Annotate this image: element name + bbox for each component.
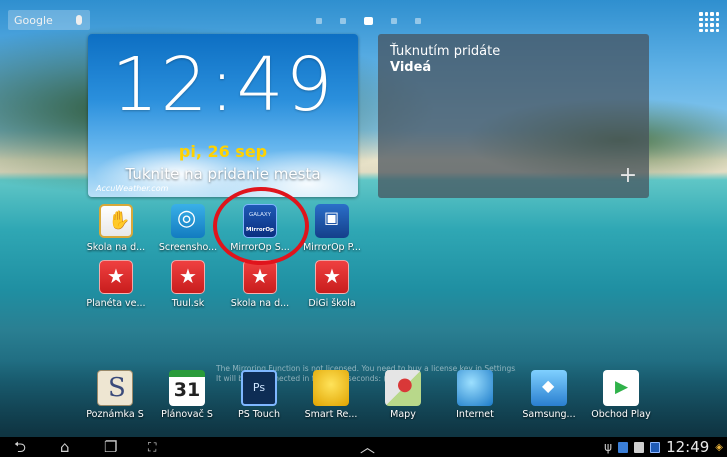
star-bookmark-icon bbox=[315, 260, 349, 294]
app-label: MirrorOp P... bbox=[303, 242, 361, 253]
status-clock: 12:49 bbox=[666, 438, 710, 456]
maps-pin-icon bbox=[385, 370, 421, 406]
video-widget-title: Videá bbox=[390, 60, 432, 75]
calendar-icon: 31 bbox=[169, 370, 205, 406]
samsung-apps-icon bbox=[531, 370, 567, 406]
smart-remote-icon bbox=[313, 370, 349, 406]
app-tuul[interactable]: Tuul.sk bbox=[150, 260, 226, 309]
app-label: Planéta ve... bbox=[86, 298, 146, 309]
home-page-indicator bbox=[316, 17, 421, 25]
dock-planovac-s[interactable]: 31 Plánovač S bbox=[152, 370, 222, 420]
add-city-prompt[interactable]: Tuknite na pridanie mesta bbox=[88, 165, 358, 183]
microphone-icon[interactable] bbox=[76, 15, 82, 25]
wifi-icon: ◈ bbox=[715, 441, 723, 453]
page-dot bbox=[415, 18, 421, 24]
clock-date: pi, 26 sep bbox=[178, 142, 268, 161]
play-store-icon bbox=[603, 370, 639, 406]
google-search-label: Google bbox=[14, 13, 53, 27]
app-planeta-vedomosti[interactable]: Planéta ve... bbox=[78, 260, 154, 309]
back-icon[interactable]: ⮌ bbox=[14, 438, 26, 456]
page-dot-active bbox=[364, 17, 373, 25]
system-navigation-bar: ⮌ ⌂ ❐ ⛶ ︿ ψ 12:49 ◈ bbox=[0, 437, 727, 457]
dock-label: Mapy bbox=[390, 409, 416, 420]
page-dot bbox=[340, 18, 346, 24]
s-note-icon bbox=[97, 370, 133, 406]
app-label: DiGi škola bbox=[308, 298, 356, 309]
image-notification-icon bbox=[634, 441, 645, 453]
app-label: Škola na d... bbox=[230, 298, 290, 309]
home-icon[interactable]: ⌂ bbox=[60, 438, 70, 456]
add-video-button[interactable]: + bbox=[617, 165, 639, 188]
weather-brand: AccuWeather.com bbox=[96, 184, 169, 193]
chevron-up-icon[interactable]: ︿ bbox=[360, 438, 375, 456]
app-label: Škola na d... bbox=[86, 242, 146, 253]
dock-smart-remote[interactable]: Smart Re... bbox=[296, 370, 366, 420]
globe-icon bbox=[457, 370, 493, 406]
app-skola-na-dotyk[interactable]: Škola na d... bbox=[78, 204, 154, 253]
apps-grid-icon[interactable] bbox=[699, 12, 719, 32]
hand-touch-icon bbox=[99, 204, 133, 238]
dock-label: PS Touch bbox=[237, 409, 281, 420]
clock-time: 12:49 bbox=[111, 42, 335, 128]
dock-ps-touch[interactable]: Ps PS Touch bbox=[224, 370, 294, 420]
dock-label: Obchod Play bbox=[591, 409, 651, 420]
mirrorop-status-icon bbox=[650, 441, 661, 453]
app-digi-skola[interactable]: DiGi škola bbox=[294, 260, 370, 309]
camera-icon bbox=[171, 204, 205, 238]
status-area[interactable]: ψ 12:49 ◈ bbox=[604, 437, 723, 457]
dock-samsung-apps[interactable]: Samsung... bbox=[514, 370, 584, 420]
mirrorop-player-icon bbox=[315, 204, 349, 238]
dock-label: Plánovač S bbox=[161, 409, 213, 420]
app-skola-na-dosah[interactable]: Škola na d... bbox=[222, 260, 298, 309]
notification-icon bbox=[618, 441, 629, 453]
star-bookmark-icon bbox=[243, 260, 277, 294]
dock-label: Smart Re... bbox=[304, 409, 358, 420]
video-widget[interactable]: Ťuknutím pridáte Videá + bbox=[378, 34, 649, 198]
photoshop-touch-icon: Ps bbox=[241, 370, 277, 406]
star-bookmark-icon bbox=[99, 260, 133, 294]
star-bookmark-icon bbox=[171, 260, 205, 294]
dock-internet[interactable]: Internet bbox=[440, 370, 510, 420]
page-dot bbox=[316, 18, 322, 24]
dock-obchod-play[interactable]: Obchod Play bbox=[586, 370, 656, 420]
video-widget-hint: Ťuknutím pridáte bbox=[390, 44, 501, 59]
app-label: Screensho... bbox=[158, 242, 218, 253]
recent-apps-icon[interactable]: ❐ bbox=[104, 438, 117, 456]
usb-icon: ψ bbox=[604, 440, 613, 454]
app-label: Tuul.sk bbox=[171, 298, 205, 309]
screenshot-capture-icon[interactable]: ⛶ bbox=[148, 438, 156, 456]
page-dot bbox=[391, 18, 397, 24]
google-search-bar[interactable]: Google bbox=[8, 10, 90, 30]
dock-label: Internet bbox=[456, 409, 494, 420]
dock-label: Samsung... bbox=[522, 409, 576, 420]
dock-label: Poznámka S bbox=[86, 409, 144, 420]
clock-weather-widget[interactable]: 12:49 pi, 26 sep Tuknite na pridanie mes… bbox=[88, 34, 358, 197]
highlight-circle bbox=[213, 187, 309, 265]
dock-mapy[interactable]: Mapy bbox=[368, 370, 438, 420]
dock-poznamka-s[interactable]: Poznámka S bbox=[80, 370, 150, 420]
